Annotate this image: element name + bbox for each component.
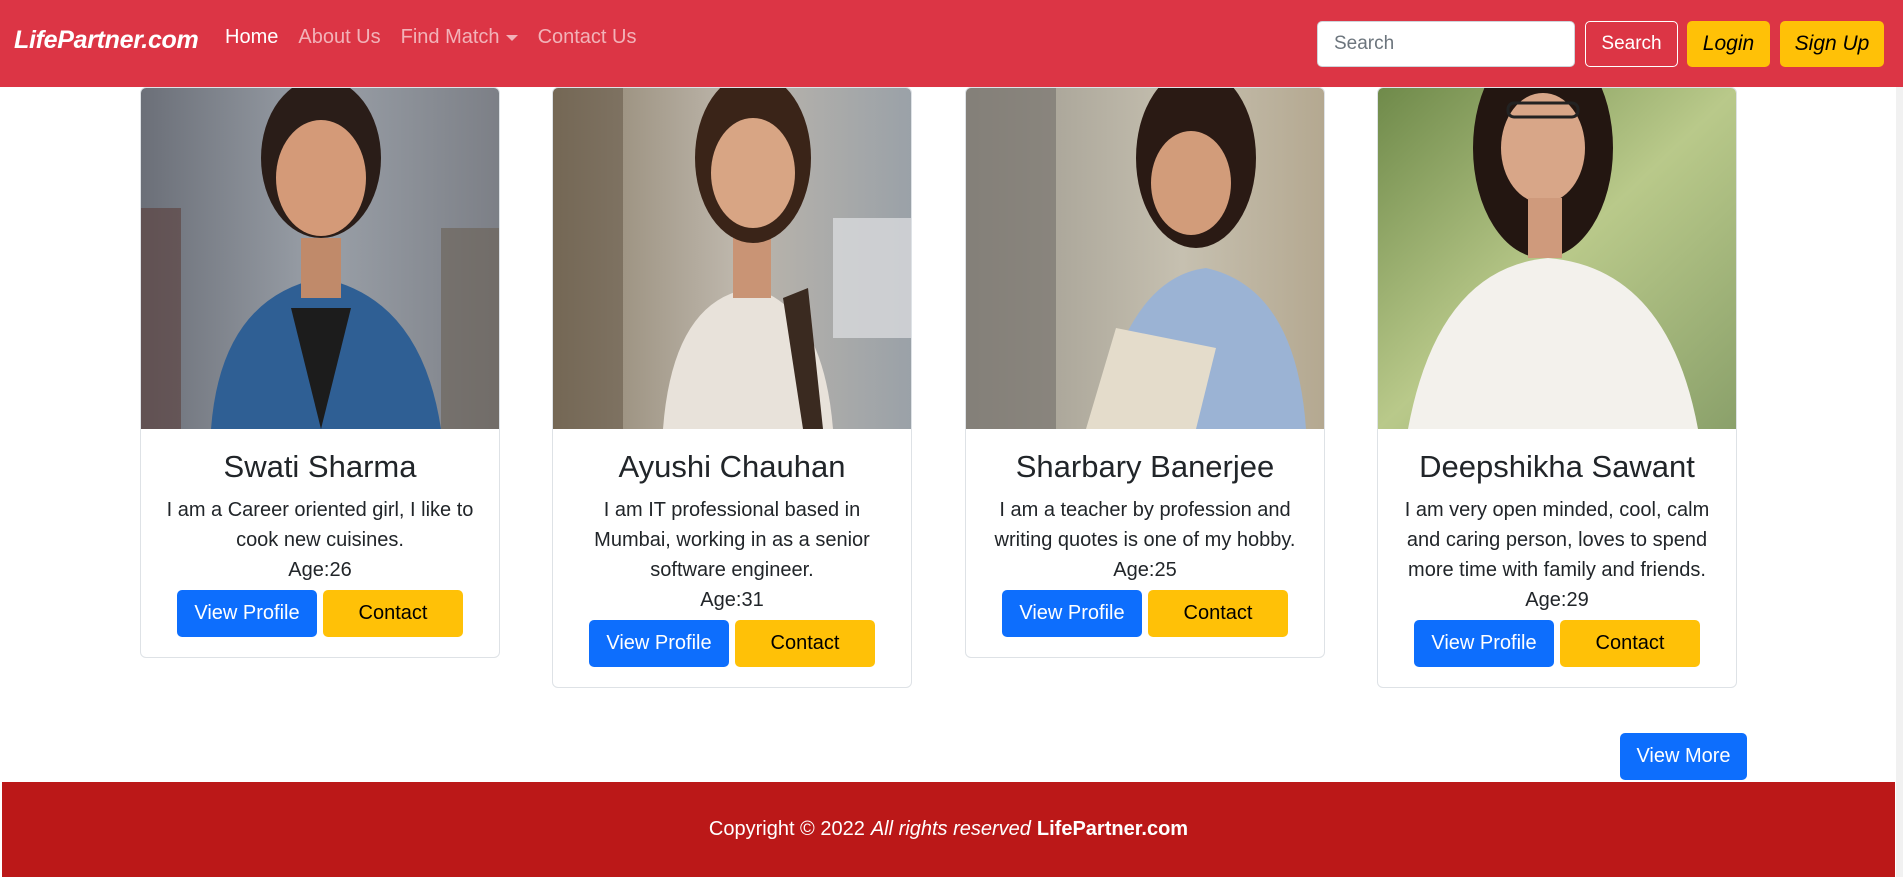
footer: Copyright © 2022 All rights reserved Lif…	[2, 782, 1895, 877]
contact-button[interactable]: Contact	[735, 620, 875, 667]
caret-down-icon	[505, 34, 518, 41]
view-profile-button[interactable]: View Profile	[177, 590, 317, 637]
footer-rights: All rights reserved	[870, 818, 1031, 840]
search-button[interactable]: Search	[1585, 21, 1678, 67]
nav-link-find-match-label: Find Match	[400, 26, 500, 48]
search-input[interactable]	[1317, 21, 1575, 67]
profile-photo	[1378, 88, 1736, 429]
footer-brand: LifePartner.com	[1036, 818, 1189, 840]
profile-photo	[141, 88, 499, 429]
profile-age: Age:29	[1525, 589, 1589, 611]
view-profile-button[interactable]: View Profile	[1002, 590, 1142, 637]
profile-description: I am IT professional based in Mumbai, wo…	[594, 499, 870, 581]
contact-button[interactable]: Contact	[1560, 620, 1700, 667]
contact-button[interactable]: Contact	[1148, 590, 1288, 637]
nav-link-find-match[interactable]: Find Match	[401, 26, 518, 49]
profile-card: Sharbary Banerjee I am a teacher by prof…	[965, 87, 1325, 658]
scrollbar[interactable]	[1896, 87, 1903, 877]
profile-name: Sharbary Banerjee	[1015, 449, 1275, 484]
nav-link-home[interactable]: Home	[225, 26, 278, 49]
navbar: LifePartner.com Home About Us Find Match…	[0, 0, 1903, 87]
profile-age: Age:25	[1113, 559, 1177, 581]
profile-age: Age:31	[700, 589, 764, 611]
profile-card: Swati Sharma I am a Career oriented girl…	[140, 87, 500, 658]
profile-description: I am very open minded, cool, calm and ca…	[1404, 499, 1710, 581]
profile-photo	[553, 88, 911, 429]
view-more-button[interactable]: View More	[1620, 733, 1747, 780]
profile-card: Deepshikha Sawant I am very open minded,…	[1377, 87, 1737, 688]
signup-button[interactable]: Sign Up	[1780, 21, 1884, 67]
footer-copyright: Copyright © 2022	[708, 818, 865, 840]
profile-name: Ayushi Chauhan	[618, 449, 846, 484]
nav-links: Home About Us Find Match Contact Us	[225, 26, 637, 49]
profile-card: Ayushi Chauhan I am IT professional base…	[552, 87, 912, 688]
view-profile-button[interactable]: View Profile	[1414, 620, 1554, 667]
profile-photo	[966, 88, 1324, 429]
nav-link-about[interactable]: About Us	[298, 26, 380, 49]
contact-button[interactable]: Contact	[323, 590, 463, 637]
profile-description: I am a teacher by profession and writing…	[994, 499, 1296, 551]
profile-age: Age:26	[288, 559, 352, 581]
login-button[interactable]: Login	[1687, 21, 1770, 67]
profile-name: Swati Sharma	[223, 449, 417, 484]
view-profile-button[interactable]: View Profile	[589, 620, 729, 667]
profile-name: Deepshikha Sawant	[1419, 449, 1695, 484]
brand-logo[interactable]: LifePartner.com	[14, 26, 199, 55]
profile-description: I am a Career oriented girl, I like to c…	[166, 499, 474, 551]
nav-link-contact[interactable]: Contact Us	[538, 26, 637, 49]
